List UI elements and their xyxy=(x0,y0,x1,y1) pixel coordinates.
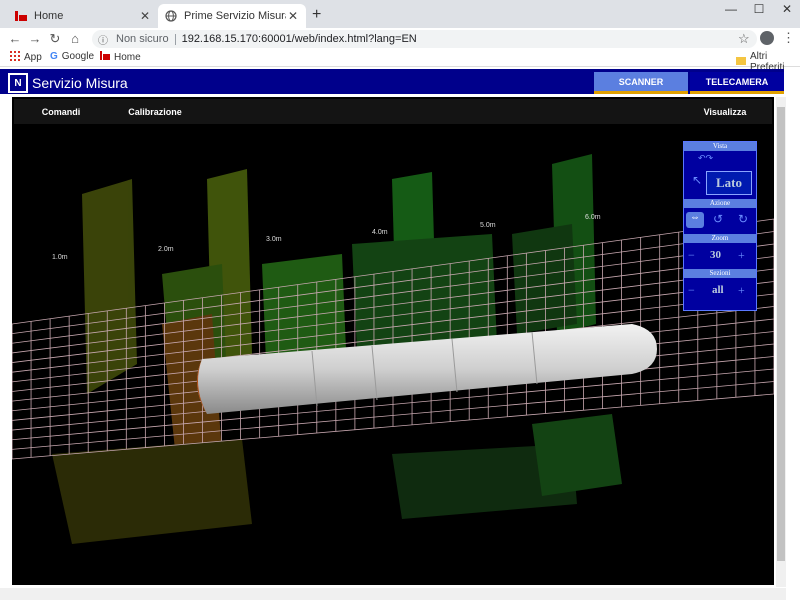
divider xyxy=(174,33,176,45)
bookmark-label: Google xyxy=(61,51,95,62)
zoom-section: − 30 + xyxy=(684,243,756,269)
distance-label: 4.0m xyxy=(372,229,388,236)
minimize-icon[interactable]: — xyxy=(716,2,746,16)
bookmark-home[interactable]: Home xyxy=(100,51,141,63)
browser-tab-prime[interactable]: Prime Servizio Misura ✕ xyxy=(158,4,306,28)
browser-tab-home[interactable]: Home ✕ xyxy=(8,4,158,28)
tab-title: Prime Servizio Misura xyxy=(184,10,286,22)
pan-icon[interactable]: ⇔ xyxy=(686,212,704,228)
browser-tab-strip: Home ✕ Prime Servizio Misura ✕ + — ☐ ✕ xyxy=(0,0,800,28)
bookmark-label: App xyxy=(24,52,42,63)
distance-label: 5.0m xyxy=(480,222,496,229)
point-cloud-viewport[interactable]: 1.0m 2.0m 3.0m 4.0m 5.0m 6.0m xyxy=(12,124,774,585)
home-icon[interactable]: ⌂ xyxy=(66,31,84,46)
bookmark-star-icon[interactable]: ☆ xyxy=(738,31,750,47)
bookmark-label: Home xyxy=(114,51,141,63)
azione-header: Azione xyxy=(684,199,756,208)
sezioni-section: − all + xyxy=(684,278,756,304)
distance-label: 6.0m xyxy=(585,214,601,221)
sezioni-value: all xyxy=(712,284,724,296)
zoom-value: 30 xyxy=(710,249,721,261)
google-icon: G xyxy=(50,51,58,62)
info-icon[interactable]: ⓘ xyxy=(98,32,112,47)
tab-calibrazione[interactable]: Calibrazione xyxy=(108,99,202,125)
reload-icon[interactable]: ↻ xyxy=(46,31,64,47)
browser-toolbar: ← → ↻ ⌂ ⓘ Non sicuro 192.168.15.170:6000… xyxy=(0,28,800,50)
point-cloud-canvas[interactable]: 1.0m 2.0m 3.0m 4.0m 5.0m 6.0m xyxy=(12,124,774,585)
bookmark-app[interactable]: App xyxy=(10,51,42,64)
zoom-out-button[interactable]: − xyxy=(688,248,695,263)
zoom-header: Zoom xyxy=(684,234,756,243)
forward-icon[interactable]: → xyxy=(26,31,44,46)
app-logo: N Servizio Misura xyxy=(8,73,128,93)
home-bookmark-icon xyxy=(100,51,110,63)
close-tab-icon[interactable]: ✕ xyxy=(286,9,300,23)
logo-mark-icon: N xyxy=(8,73,28,93)
sezioni-header: Sezioni xyxy=(684,269,756,278)
bookmarks-bar: App G Google Home Altri Preferiti xyxy=(0,50,800,73)
distance-label: 2.0m xyxy=(158,246,174,253)
app-header: N Servizio Misura SCANNER TELECAMERA xyxy=(0,69,784,94)
view-mode-button[interactable]: Lato xyxy=(706,171,752,195)
back-icon[interactable]: ← xyxy=(6,31,24,46)
horizontal-scrollbar[interactable] xyxy=(0,588,786,600)
security-label: Non sicuro xyxy=(116,33,169,45)
close-window-icon[interactable]: ✕ xyxy=(772,2,800,16)
bookmark-google[interactable]: G Google xyxy=(50,51,94,62)
address-bar[interactable]: ⓘ Non sicuro 192.168.15.170:60001/web/in… xyxy=(92,30,757,48)
main-frame: Comandi Calibrazione Visualizza 1.0m 2.0… xyxy=(12,97,774,585)
rotate-right-icon[interactable]: ↻ xyxy=(738,212,748,227)
distance-label: 1.0m xyxy=(52,254,68,261)
app-title: Servizio Misura xyxy=(32,75,128,91)
scanner-button[interactable]: SCANNER xyxy=(594,72,688,94)
tab-visualizza[interactable]: Visualizza xyxy=(678,99,772,125)
folder-icon xyxy=(736,56,746,68)
azione-section: ⇔ ↺ ↻ xyxy=(684,208,756,234)
maximize-icon[interactable]: ☐ xyxy=(744,2,774,16)
menu-kebab-icon[interactable]: ⋮ xyxy=(782,30,795,46)
distance-label: 3.0m xyxy=(266,236,282,243)
telecamera-button[interactable]: TELECAMERA xyxy=(690,72,784,94)
tab-comandi[interactable]: Comandi xyxy=(14,99,108,125)
cursor-icon[interactable]: ↖ xyxy=(692,173,702,188)
vista-section: ↶↷ ↖ Lato xyxy=(684,151,756,199)
scroll-thumb[interactable] xyxy=(777,107,785,561)
url-text[interactable]: 192.168.15.170:60001/web/index.html?lang… xyxy=(182,33,417,45)
rotate-left-icon[interactable]: ↺ xyxy=(713,212,723,227)
sezioni-prev-button[interactable]: − xyxy=(688,283,695,298)
account-icon[interactable] xyxy=(760,31,774,45)
tab-title: Home xyxy=(34,10,64,22)
vertical-scrollbar[interactable] xyxy=(776,97,786,587)
vista-header: Vista xyxy=(684,142,756,151)
zoom-in-button[interactable]: + xyxy=(738,248,745,263)
apps-grid-icon xyxy=(10,51,20,64)
site-favicon-icon xyxy=(14,10,28,22)
rotate-view-icon[interactable]: ↶↷ xyxy=(698,153,713,164)
new-tab-icon[interactable]: + xyxy=(312,6,321,24)
globe-icon xyxy=(164,10,178,22)
close-tab-icon[interactable]: ✕ xyxy=(138,9,152,23)
sezioni-next-button[interactable]: + xyxy=(738,283,745,298)
view-control-panel: Vista ↶↷ ↖ Lato Azione ⇔ ↺ ↻ Zoom − 30 +… xyxy=(683,141,757,311)
